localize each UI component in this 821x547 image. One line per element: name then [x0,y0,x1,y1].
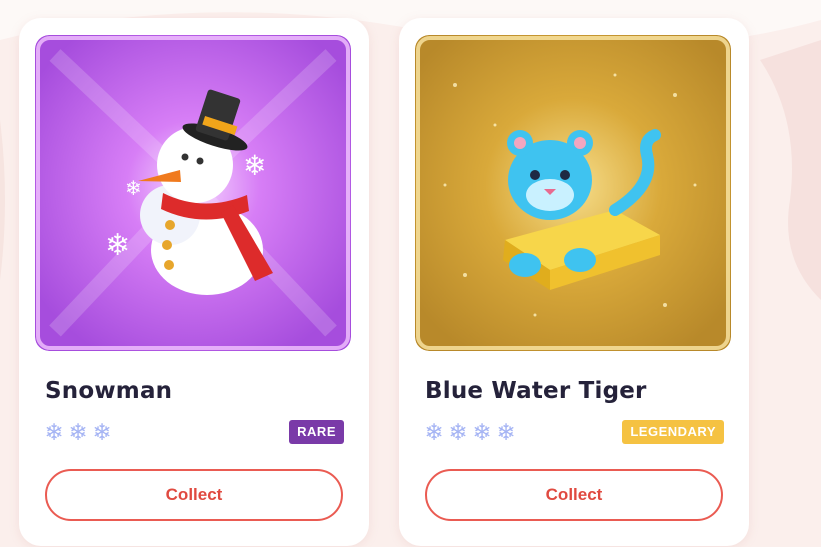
blue-water-tiger-artwork [415,35,731,351]
snowflake-icon: ❄ [424,420,444,446]
snowflake-icon: ❄ [68,420,88,446]
collect-button[interactable]: Collect [45,469,343,521]
rarity-rating: ❄ ❄ ❄ [43,420,113,446]
snowflake-icon: ❄ [92,420,112,446]
svg-text:❄: ❄ [243,149,266,182]
rarity-badge: RARE [289,420,344,444]
snowflake-icon: ❄ [448,420,468,446]
collect-button[interactable]: Collect [425,469,723,521]
card-title: Blue Water Tiger [425,378,647,404]
card-blue-water-tiger[interactable]: Blue Water Tiger ❄ ❄ ❄ ❄ LEGENDARY Colle… [399,18,749,546]
snowflake-icon: ❄ [44,420,64,446]
rarity-rating: ❄ ❄ ❄ ❄ [423,420,517,446]
rarity-badge: LEGENDARY [622,420,724,444]
snowflake-icon: ❄ [472,420,492,446]
snowflake-icon: ❄ [496,420,516,446]
card-title: Snowman [45,378,173,404]
svg-text:❄: ❄ [125,176,142,200]
svg-text:❄: ❄ [105,228,130,263]
card-snowman[interactable]: ❄ ❄ ❄ Snowman ❄ ❄ ❄ RARE Collect [19,18,369,546]
snowman-artwork: ❄ ❄ ❄ [35,35,351,351]
